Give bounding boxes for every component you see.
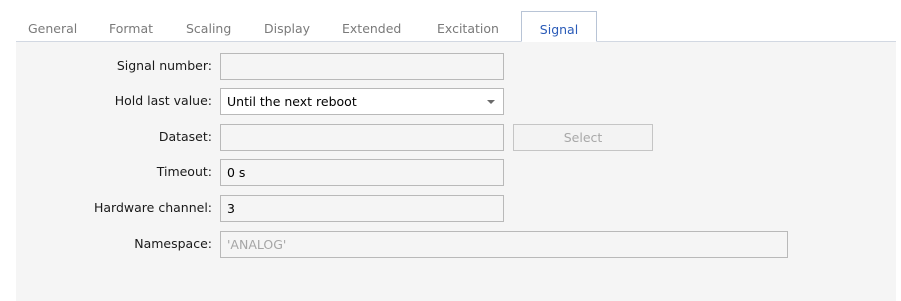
tab-excitation[interactable]: Excitation	[437, 14, 499, 40]
hold-last-value-select[interactable]: Until the next reboot	[220, 88, 504, 115]
tab-strip: General Format Scaling Display Extended …	[0, 0, 901, 42]
tab-general[interactable]: General	[28, 14, 77, 40]
tab-extended[interactable]: Extended	[342, 14, 401, 40]
signal-number-input[interactable]	[220, 53, 504, 80]
tab-display[interactable]: Display	[264, 14, 310, 40]
tab-scaling[interactable]: Scaling	[186, 14, 231, 40]
signal-number-label: Signal number:	[116, 58, 212, 73]
namespace-input	[220, 231, 788, 258]
namespace-label: Namespace:	[134, 236, 212, 251]
hardware-channel-input[interactable]	[220, 195, 504, 222]
properties-window: General Format Scaling Display Extended …	[0, 0, 901, 301]
timeout-input[interactable]	[220, 159, 504, 186]
tab-signal[interactable]: Signal	[521, 11, 597, 42]
timeout-label: Timeout:	[156, 164, 212, 179]
select-dataset-button[interactable]: Select	[513, 124, 653, 151]
dataset-label: Dataset:	[158, 129, 212, 144]
chevron-down-icon	[487, 100, 495, 104]
dataset-input[interactable]	[220, 124, 504, 151]
tab-format[interactable]: Format	[109, 14, 153, 40]
hold-last-value-label: Hold last value:	[114, 93, 212, 108]
hardware-channel-label: Hardware channel:	[94, 200, 212, 215]
hold-last-value-selected: Until the next reboot	[227, 94, 357, 109]
